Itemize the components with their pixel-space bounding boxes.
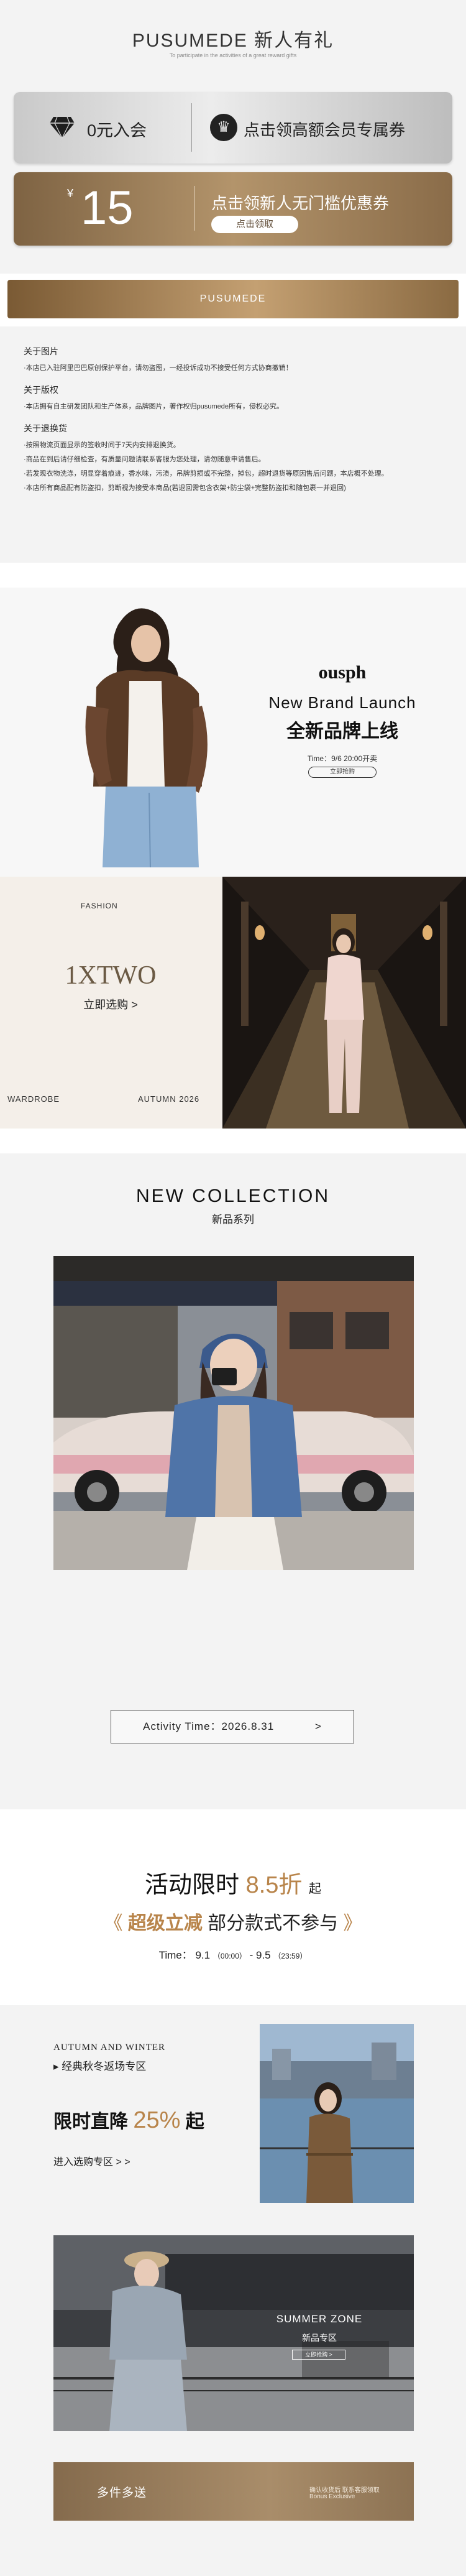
rules-heading: 关于退换货 bbox=[24, 423, 67, 433]
coupon-divider bbox=[191, 103, 192, 152]
harbor-photo bbox=[260, 2024, 414, 2203]
coupon-title: 点击领新人无门槛优惠券 bbox=[211, 194, 390, 213]
activity-time-button[interactable]: Activity Time：2026.8.31 > bbox=[111, 1710, 354, 1743]
xtwo-text-panel: FASHION 1XTWO 立即选购 > WARDROBE AUTUMN 202… bbox=[0, 877, 221, 1129]
time-end: 9.5 bbox=[256, 1949, 271, 1961]
time-label: Time： bbox=[158, 1949, 193, 1961]
rules-line: ·本店拥有自主研发团队和生产体系，品牌图片，著作权归pusumede所有，侵权必… bbox=[24, 403, 284, 410]
quote-close: 》 bbox=[343, 1913, 362, 1934]
bonus-note: 确认收货后 联系客服领取 bbox=[309, 2487, 380, 2494]
time-separator: - bbox=[249, 1949, 256, 1961]
member-coupon-label: 点击领高额会员专属券 bbox=[244, 121, 406, 139]
rules-line: ·本店所有商品配有防盗扣，剪断视为接受本商品(若退回需包含衣架+防尘袋+完整防盗… bbox=[24, 484, 346, 492]
join-free-label: 0元入会 bbox=[87, 121, 147, 140]
shop-now-link[interactable]: 立即选购 > bbox=[0, 996, 221, 1012]
exclusion-note: 部分款式不参与 bbox=[208, 1913, 339, 1934]
store-rules: 关于图片 ·本店已入驻阿里巴巴原创保护平台，请勿盗图，一经投诉成功不接受任何方式… bbox=[0, 326, 466, 563]
enter-zone-link[interactable]: 进入选购专区 > > bbox=[53, 2153, 130, 2168]
arrow-right-icon: > bbox=[314, 1720, 322, 1732]
sale-discount: 8.5折 bbox=[245, 1872, 303, 1898]
membership-coupon[interactable]: 0元入会 ♛ 点击领高额会员专属券 bbox=[14, 92, 452, 164]
coupon-amount: 15 bbox=[81, 182, 134, 234]
sale-subtitle: 《 超级立减 部分款式不参与 》 bbox=[0, 1908, 466, 1935]
time-end-hour: （23:59） bbox=[273, 1952, 308, 1960]
fashion-tag: FASHION bbox=[81, 902, 118, 910]
autumn-caption: AUTUMN 2026 bbox=[138, 1094, 200, 1104]
rules-line: ·按照物流页面显示的签收时间于7天内安排退换货。 bbox=[24, 441, 180, 449]
claim-coupon-button[interactable]: 点击领取 bbox=[211, 216, 298, 233]
launch-title-en: New Brand Launch bbox=[268, 693, 416, 712]
aw-title-cn: ▸ 经典秋冬返场专区 bbox=[53, 2061, 147, 2072]
sale-title-suffix: 起 bbox=[308, 1882, 321, 1896]
summer-zone-title-cn: 新品专区 bbox=[302, 2333, 337, 2343]
newcomer-section: PUSUMEDE 新人有礼 To participate in the acti… bbox=[0, 0, 466, 274]
summer-zone-title-en: SUMMER ZONE bbox=[276, 2313, 363, 2325]
page-title: PUSUMEDE 新人有礼 bbox=[132, 30, 334, 51]
rules-heading: 关于图片 bbox=[24, 346, 58, 356]
xtwo-section[interactable]: FASHION 1XTWO 立即选购 > WARDROBE AUTUMN 202… bbox=[0, 877, 466, 1129]
aw-discount: 限时直降 25% 起 bbox=[53, 2106, 204, 2134]
time-start: 9.1 bbox=[195, 1949, 211, 1961]
rules-copyright: 关于版权 ·本店拥有自主研发团队和生产体系，品牌图片，著作权归pusumede所… bbox=[24, 384, 442, 411]
activity-time-label: Activity Time：2026.8.31 bbox=[143, 1720, 275, 1732]
super-discount-label: 超级立减 bbox=[127, 1913, 203, 1934]
aw-title-en: AUTUMN AND WINTER bbox=[53, 2043, 166, 2052]
autumn-winter-section[interactable]: AUTUMN AND WINTER ▸ 经典秋冬返场专区 限时直降 25% 起 … bbox=[0, 2005, 466, 2217]
currency-symbol: ¥ bbox=[67, 187, 74, 200]
page: PUSUMEDE 新人有礼 To participate in the acti… bbox=[0, 0, 466, 2576]
collection-title-cn: 新品系列 bbox=[212, 1214, 254, 1226]
brand-launch-section[interactable]: ousph New Brand Launch 全新品牌上线 Time：9/6 2… bbox=[0, 588, 466, 877]
launch-title-cn: 全新品牌上线 bbox=[286, 721, 398, 742]
rules-returns: 关于退换货 ·按照物流页面显示的签收时间于7天内安排退换货。 ·商品在到后请仔细… bbox=[24, 422, 442, 492]
street-photo bbox=[53, 1256, 414, 1570]
time-start-hour: （00:00） bbox=[212, 1952, 247, 1960]
quote-open: 《 bbox=[104, 1913, 123, 1934]
rules-line: ·本店已入驻阿里巴巴原创保护平台，请勿盗图，一经投诉成功不接受任何方式协商撤销！ bbox=[24, 364, 293, 372]
bonus-note-en: Bonus Exclusive bbox=[309, 2493, 355, 2500]
brand-logo: ousph bbox=[318, 662, 367, 683]
sale-title-prefix: 活动限时 bbox=[145, 1872, 240, 1898]
launch-time: Time：9/6 20:00开卖 bbox=[307, 754, 378, 763]
new-collection-section: NEW COLLECTION 新品系列 Activity Time：2026.8… bbox=[0, 1153, 466, 1809]
sale-time: Time： 9.1 （00:00） - 9.5 （23:59） bbox=[0, 1946, 466, 1962]
multi-buy-bar[interactable]: 多件多送 确认收货后 联系客服领取 Bonus Exclusive bbox=[53, 2462, 414, 2521]
summer-zone-section[interactable]: SUMMER ZONE 新品专区 立即抢购 > 多件多送 确认收货后 联系客服领… bbox=[0, 2217, 466, 2576]
multi-buy-label: 多件多送 bbox=[97, 2486, 147, 2500]
crown-icon: ♛ bbox=[210, 114, 237, 141]
sale-section: 活动限时 8.5折 起 《 超级立减 部分款式不参与 》 Time： 9.1 （… bbox=[0, 1809, 466, 2005]
rules-line: ·商品在到后请仔细检查，有质量问题请联系客服为您处理，请勿随意申请售后。 bbox=[24, 456, 265, 463]
sale-title: 活动限时 8.5折 起 bbox=[0, 1865, 466, 1900]
summer-zone-button[interactable]: 立即抢购 > bbox=[292, 2350, 345, 2360]
page-subtitle: To participate in the activities of a gr… bbox=[169, 52, 297, 58]
aw-price-suffix: 起 bbox=[185, 2112, 204, 2132]
model-photo bbox=[75, 600, 230, 867]
rules-images: 关于图片 ·本店已入驻阿里巴巴原创保护平台，请勿盗图，一经投诉成功不接受任何方式… bbox=[24, 345, 442, 372]
aw-price-highlight: 25% bbox=[133, 2107, 181, 2133]
diamond-icon bbox=[50, 116, 75, 139]
aw-price-prefix: 限时直降 bbox=[53, 2112, 128, 2132]
xtwo-title: 1XTWO bbox=[65, 961, 157, 990]
wardrobe-caption: WARDROBE bbox=[7, 1094, 60, 1104]
rules-line: ·若发现衣物洗涤，明显穿着痕迹，香水味，污渍，吊牌剪损或不完整，掉包，超时退货等… bbox=[24, 470, 388, 478]
buy-now-button[interactable]: 立即抢购 bbox=[308, 767, 377, 778]
brand-banner: PUSUMEDE bbox=[7, 280, 459, 318]
collection-title-en: NEW COLLECTION bbox=[135, 1186, 331, 1206]
rules-heading: 关于版权 bbox=[24, 385, 58, 395]
new-user-coupon[interactable]: ¥ 15 点击领新人无门槛优惠券 点击领取 bbox=[14, 172, 452, 246]
corridor-photo bbox=[222, 877, 466, 1129]
